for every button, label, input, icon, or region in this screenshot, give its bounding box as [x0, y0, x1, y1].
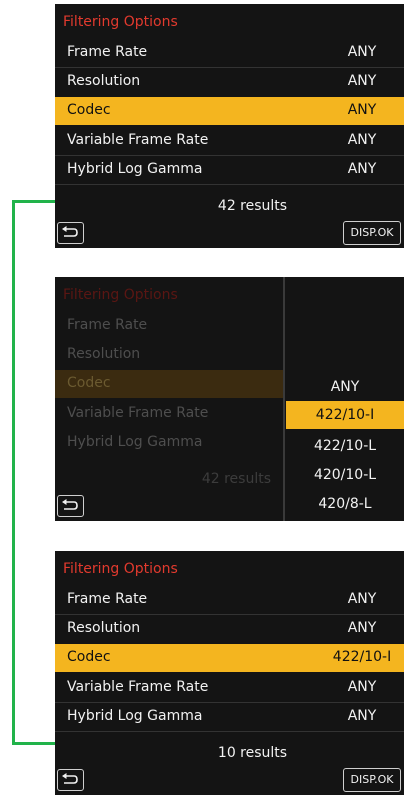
divider — [55, 184, 404, 185]
row-value: ANY — [347, 708, 377, 724]
codec-option-420-8-l[interactable]: 420/8-L — [286, 490, 404, 518]
row-value: ANY — [347, 102, 377, 118]
row-value: ANY — [347, 620, 377, 636]
codec-option-any[interactable]: ANY — [286, 373, 404, 401]
menu-row-frame-rate[interactable]: Frame Rate ANY — [55, 586, 404, 614]
back-button[interactable] — [57, 769, 84, 791]
menu-row-hybrid-log-gamma[interactable]: Hybrid Log Gamma ANY — [55, 703, 404, 731]
menu-row-variable-frame-rate[interactable]: Variable Frame Rate ANY — [55, 674, 404, 702]
screen-title: Filtering Options — [63, 14, 178, 30]
back-button[interactable] — [57, 222, 84, 244]
row-label: Resolution — [67, 346, 141, 362]
row-label: Codec — [67, 375, 111, 391]
filtering-options-screen-selecting: Filtering Options Frame Rate Resolution … — [55, 277, 404, 521]
row-value: ANY — [347, 161, 377, 177]
menu-row-codec[interactable]: Codec ANY — [55, 97, 404, 125]
row-value: 422/10-I — [332, 649, 392, 665]
row-label: Variable Frame Rate — [67, 132, 209, 148]
menu-row-resolution[interactable]: Resolution ANY — [55, 68, 404, 96]
codec-option-422-10-i[interactable]: 422/10-I — [286, 401, 404, 429]
filtering-options-screen-filtered: Filtering Options Frame Rate ANY Resolut… — [55, 551, 404, 795]
row-label: Frame Rate — [67, 591, 148, 607]
disp-ok-button[interactable]: DISP.OK — [343, 768, 401, 792]
row-label: Hybrid Log Gamma — [67, 708, 203, 724]
screen-title: Filtering Options — [63, 561, 178, 577]
menu-row-codec: Codec — [55, 370, 283, 398]
row-label: Frame Rate — [67, 44, 148, 60]
row-label: Hybrid Log Gamma — [67, 434, 203, 450]
back-button[interactable] — [57, 495, 84, 517]
results-count: 10 results — [217, 745, 288, 761]
row-label: Hybrid Log Gamma — [67, 161, 203, 177]
row-value: ANY — [347, 591, 377, 607]
return-arrow-icon — [62, 773, 78, 784]
row-label: Resolution — [67, 73, 141, 89]
panel-divider — [283, 277, 285, 521]
row-label: Variable Frame Rate — [67, 679, 209, 695]
menu-row-codec[interactable]: Codec 422/10-I — [55, 644, 404, 672]
row-label: Codec — [67, 102, 111, 118]
row-value: ANY — [347, 73, 377, 89]
row-value: ANY — [347, 44, 377, 60]
row-value: ANY — [347, 679, 377, 695]
row-label: Resolution — [67, 620, 141, 636]
screen-title: Filtering Options — [63, 287, 178, 303]
row-label: Frame Rate — [67, 317, 148, 333]
return-arrow-icon — [62, 226, 78, 237]
results-count: 42 results — [201, 471, 271, 487]
row-label: Variable Frame Rate — [67, 405, 209, 421]
menu-row-hybrid-log-gamma[interactable]: Hybrid Log Gamma ANY — [55, 156, 404, 184]
row-label: Codec — [67, 649, 111, 665]
row-value: ANY — [347, 132, 377, 148]
results-count: 42 results — [217, 198, 288, 214]
codec-option-420-10-l[interactable]: 420/10-L — [286, 461, 404, 489]
codec-option-422-10-l[interactable]: 422/10-L — [286, 432, 404, 460]
filtering-options-screen-initial: Filtering Options Frame Rate ANY Resolut… — [55, 4, 404, 248]
connector-vertical-segment — [12, 200, 15, 745]
divider — [55, 731, 404, 732]
menu-row-resolution[interactable]: Resolution ANY — [55, 615, 404, 643]
menu-row-variable-frame-rate[interactable]: Variable Frame Rate ANY — [55, 127, 404, 155]
menu-row-frame-rate[interactable]: Frame Rate ANY — [55, 39, 404, 67]
disp-ok-button[interactable]: DISP.OK — [343, 221, 401, 245]
menu-row-resolution: Resolution — [55, 341, 404, 369]
menu-row-frame-rate: Frame Rate — [55, 312, 404, 340]
return-arrow-icon — [62, 499, 78, 510]
